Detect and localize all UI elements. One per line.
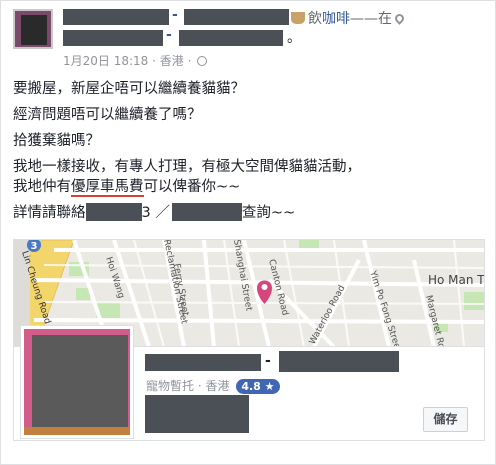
post-location[interactable]: 香港: [160, 54, 184, 68]
redacted-name[interactable]: [63, 9, 169, 25]
timestamp[interactable]: 1月20日 18:18: [63, 54, 148, 68]
name-separator: -: [172, 7, 178, 23]
body-line-1: 要搬屋，新屋企唔可以繼續養貓貓？: [13, 81, 245, 97]
post-card: - 飲咖啡——在 - 。 1月20日 18:18 · 香港 · 要搬屋，新屋企唔…: [0, 0, 496, 465]
feeling-text: 飲咖啡——在: [291, 8, 406, 28]
feeling-item-link[interactable]: 咖啡: [322, 11, 350, 27]
body-line-4: 我地一樣接收，有專人打理，有極大空間俾貓貓活動，: [13, 159, 361, 175]
avatar[interactable]: [13, 9, 53, 49]
post-meta: 1月20日 18:18 · 香港 ·: [63, 52, 208, 69]
place-thumbnail[interactable]: [21, 326, 133, 438]
redacted-place-2[interactable]: [179, 30, 283, 46]
place-meta: 寵物暫托 · 香港 4.8 ★: [146, 377, 280, 394]
map-label-ho-man-tin: Ho Man T: [428, 273, 485, 287]
globe-icon[interactable]: [197, 56, 208, 66]
place-name-separator: -: [265, 353, 271, 369]
redacted-place-name-2[interactable]: [279, 351, 399, 372]
location-pin-icon: [393, 12, 406, 25]
coffee-cup-icon: [291, 12, 305, 24]
place-location: 香港: [205, 379, 230, 393]
highlight-text: 優厚車馬費: [71, 179, 144, 197]
redacted-contact: [171, 203, 242, 221]
rating-badge: 4.8 ★: [236, 379, 280, 394]
body-line-5: 我地仲有優厚車馬費可以俾番你~~: [13, 179, 241, 197]
redacted-place-details: [145, 395, 249, 433]
redacted-name-2[interactable]: [184, 9, 289, 25]
sentence-end: 。: [287, 30, 301, 46]
route-shield-label: 3: [31, 241, 38, 252]
body-line-6: 詳情請聯絡 3 ／查詢~~: [13, 203, 296, 221]
body-line-3: 拾獲棄貓嗎？: [13, 133, 100, 149]
redacted-place[interactable]: [63, 30, 163, 46]
redacted-place-name[interactable]: [145, 354, 261, 371]
redacted-phone: [85, 203, 142, 221]
place-category: 寵物暫托: [146, 379, 195, 393]
place-separator: -: [166, 27, 172, 43]
save-button[interactable]: 儲存: [423, 407, 468, 432]
body-line-2: 經濟問題唔可以繼續養了嗎？: [13, 107, 202, 123]
